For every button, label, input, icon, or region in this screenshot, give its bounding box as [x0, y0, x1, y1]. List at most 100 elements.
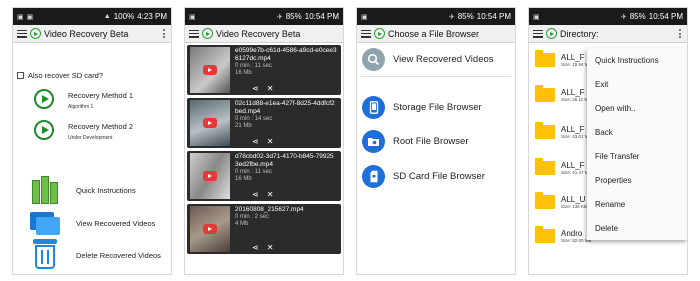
- menu-item-open-with[interactable]: Open with..: [587, 96, 687, 120]
- sd-card-option[interactable]: Also recover SD card?: [17, 71, 103, 80]
- airplane-icon: ✈: [448, 13, 455, 21]
- app-title: Choose a File Browser: [388, 28, 480, 39]
- phone-screen-directory: ▣ ✈ 85% 10:54 PM Directory: ALL_F Size: 15.…: [529, 8, 687, 274]
- phone-screen-home: ▣ ▣ ▲ 100% 4:23 PM Video Recovery Beta Also…: [13, 8, 171, 274]
- app-screenshots: ▣ ▣ ▲ 100% 4:23 PM Video Recovery Beta Also…: [0, 0, 700, 281]
- notification-icon: ▣: [17, 13, 24, 21]
- view-recovered-videos-item[interactable]: View Recovered Videos: [362, 48, 511, 71]
- overflow-menu-icon[interactable]: [677, 29, 683, 38]
- app-bar: Choose a File Browser: [357, 25, 515, 43]
- menu-item-delete[interactable]: Delete: [587, 216, 687, 240]
- close-icon[interactable]: ✕: [267, 243, 274, 252]
- browser-label: Root File Browser: [393, 136, 469, 147]
- notification-icon: ▣: [533, 13, 540, 21]
- video-thumbnail[interactable]: [190, 206, 230, 252]
- video-name: 20160808_215627.mp4: [235, 206, 304, 213]
- method-subtitle: Under Development: [68, 135, 113, 141]
- app-bar: Video Recovery Beta: [13, 25, 171, 43]
- share-icon[interactable]: ⋖: [252, 137, 259, 146]
- storage-file-browser-item[interactable]: Storage File Browser: [362, 96, 511, 119]
- video-card[interactable]: 02c11d88-e1ea-427f-8d25-4ddfcf2bed.mp4 0 …: [187, 98, 341, 148]
- browser-label: View Recovered Videos: [393, 54, 494, 65]
- menu-item-quick-instructions[interactable]: Quick Instructions: [587, 48, 687, 72]
- video-list-content: e0599e7b-c61d-4586-a9cd-e0cee36127dc.mp4…: [185, 43, 343, 274]
- close-icon[interactable]: ✕: [267, 137, 274, 146]
- hamburger-menu-icon[interactable]: [361, 29, 371, 38]
- view-recovered-videos-button[interactable]: View Recovered Videos: [30, 210, 155, 236]
- overflow-menu-icon[interactable]: [161, 29, 167, 38]
- play-icon: [34, 89, 54, 109]
- share-icon[interactable]: ⋖: [252, 243, 259, 252]
- menu-item-properties[interactable]: Properties: [587, 168, 687, 192]
- phone-screen-videos: ▣ ✈ 85% 10:54 PM Video Recovery Beta e0599…: [185, 8, 343, 274]
- recovery-method-2-button[interactable]: Recovery Method 2 Under Development: [34, 120, 133, 141]
- status-bar: ▣ ✈ 85% 10:54 PM: [185, 8, 343, 25]
- video-duration: 0 min : 14 sec: [235, 116, 273, 122]
- video-name: d78cbd02-3d71-4170-b845-799253ed2fbe.mp4: [235, 153, 334, 168]
- recovery-method-1-button[interactable]: Recovery Method 1 Algorithm 1: [34, 89, 133, 110]
- video-card[interactable]: d78cbd02-3d71-4170-b845-799253ed2fbe.mp4…: [187, 151, 341, 201]
- books-icon: [30, 176, 60, 204]
- video-size: 16 Mb: [235, 70, 252, 76]
- close-icon[interactable]: ✕: [267, 190, 274, 199]
- menu-item-back[interactable]: Back: [587, 120, 687, 144]
- notification-icon: ▣: [361, 13, 368, 21]
- folder-icon: [535, 122, 555, 139]
- delete-recovered-videos-button[interactable]: Delete Recovered Videos: [30, 239, 161, 271]
- status-bar: ▣ ✈ 85% 10:54 PM: [529, 8, 687, 25]
- app-logo-icon: [202, 28, 213, 39]
- video-size: 21 Mb: [235, 123, 252, 129]
- method-subtitle: Algorithm 1: [68, 104, 94, 110]
- airplane-icon: ✈: [276, 13, 283, 21]
- video-duration: 0 min : 11 sec: [235, 63, 272, 69]
- browser-label: SD Card File Browser: [393, 171, 485, 182]
- app-logo-icon: [30, 28, 41, 39]
- phone-icon: [362, 96, 385, 119]
- close-icon[interactable]: ✕: [267, 84, 274, 93]
- root-file-browser-item[interactable]: Root File Browser: [362, 130, 511, 153]
- clock: 10:54 PM: [648, 12, 683, 21]
- settings-folder-icon: [362, 130, 385, 153]
- menu-item-file-transfer[interactable]: File Transfer: [587, 144, 687, 168]
- sd-card-label: Also recover SD card?: [28, 71, 104, 80]
- search-icon: [362, 48, 385, 71]
- video-thumbnail[interactable]: [190, 100, 230, 146]
- hamburger-menu-icon[interactable]: [17, 29, 27, 38]
- video-card[interactable]: e0599e7b-c61d-4586-a9cd-e0cee36127dc.mp4…: [187, 45, 341, 95]
- notification-icon: ▣: [189, 13, 196, 21]
- video-thumbnail[interactable]: [190, 153, 230, 199]
- divider: [361, 76, 511, 77]
- video-thumbnail[interactable]: [190, 47, 230, 93]
- home-content: Also recover SD card? Recovery Method 1 A…: [13, 43, 171, 274]
- video-card[interactable]: 20160808_215627.mp4 0 min : 2 sec 4 Mb ⋖ ✕: [187, 204, 341, 254]
- folder-icon: [535, 192, 555, 209]
- clock: 10:54 PM: [476, 12, 511, 21]
- app-logo-icon: [546, 28, 557, 39]
- signal-icon: ▲: [103, 13, 111, 20]
- folder-icon: [535, 50, 555, 67]
- play-icon: [34, 120, 54, 140]
- hamburger-menu-icon[interactable]: [189, 29, 199, 38]
- method-title: Recovery Method 2: [68, 122, 134, 131]
- video-size: 16 Mb: [235, 176, 252, 182]
- notification-icon: ▣: [26, 13, 34, 21]
- method-title: Recovery Method 1: [68, 91, 134, 100]
- clock: 10:54 PM: [304, 12, 339, 21]
- menu-item-rename[interactable]: Rename: [587, 192, 687, 216]
- action-label: View Recovered Videos: [76, 218, 156, 228]
- sd-card-checkbox[interactable]: [17, 72, 24, 79]
- play-icon: [203, 65, 217, 75]
- action-label: Quick Instructions: [76, 185, 136, 195]
- video-name: 02c11d88-e1ea-427f-8d25-4ddfcf2bed.mp4: [235, 100, 335, 115]
- hamburger-menu-icon[interactable]: [533, 29, 543, 38]
- sd-card-file-browser-item[interactable]: SD Card File Browser: [362, 165, 511, 188]
- share-icon[interactable]: ⋖: [252, 84, 259, 93]
- video-duration: 0 min : 11 sec: [235, 169, 272, 175]
- menu-item-exit[interactable]: Exit: [587, 72, 687, 96]
- folder-size: Size: 136 KB: [561, 204, 588, 209]
- battery-level: 85%: [285, 12, 302, 21]
- video-size: 4 Mb: [235, 221, 249, 227]
- app-title: Video Recovery Beta: [216, 28, 301, 39]
- quick-instructions-button[interactable]: Quick Instructions: [30, 176, 136, 204]
- share-icon[interactable]: ⋖: [252, 190, 259, 199]
